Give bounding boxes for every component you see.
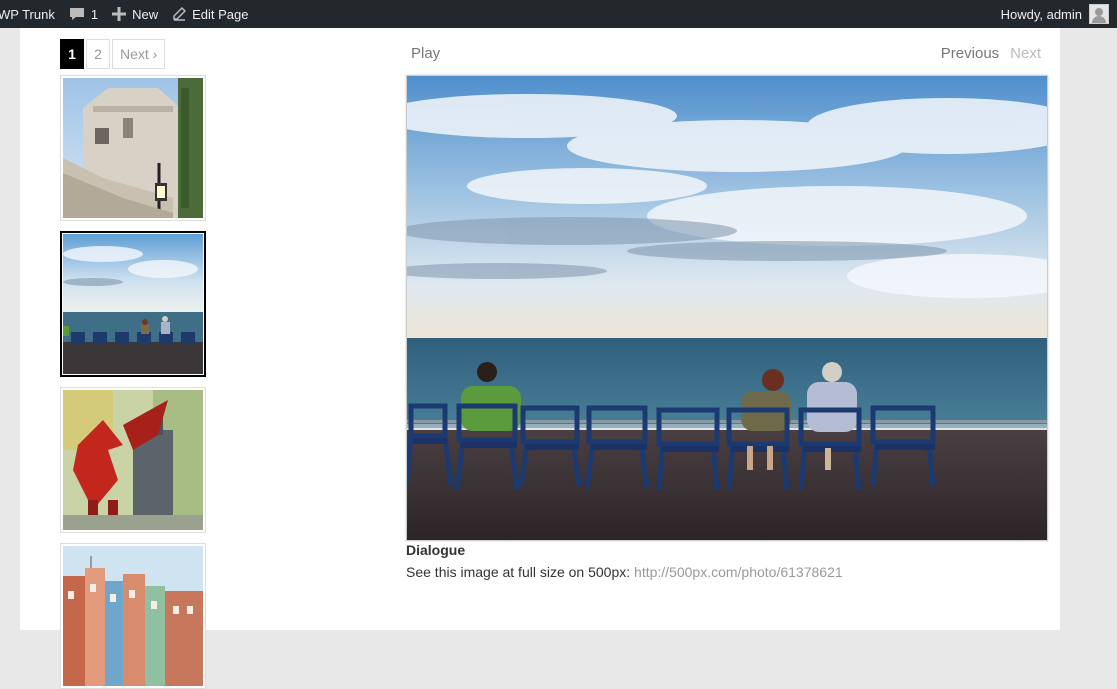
thumbnail-image-dragon	[63, 390, 203, 530]
thumbnail-image-seaside	[63, 234, 203, 374]
previous-button[interactable]: Previous	[941, 45, 999, 62]
play-button[interactable]: Play	[411, 45, 440, 62]
new-label: New	[132, 6, 159, 22]
caption-title: Dialogue	[406, 542, 466, 558]
my-account[interactable]: Howdy, admin	[1001, 4, 1117, 24]
thumbnail-building[interactable]	[60, 75, 206, 221]
caption-link[interactable]: http://500px.com/photo/61378621	[634, 564, 843, 580]
slideshow-nav: Previous Next	[941, 45, 1041, 62]
site-name-label: WP Trunk	[0, 6, 55, 22]
next-page-button[interactable]: Next ›	[112, 39, 166, 69]
avatar	[1089, 4, 1109, 24]
image-caption: Dialogue See this image at full size on …	[406, 542, 1046, 580]
thumbnail-pagination: 1 2 Next ›	[60, 39, 166, 69]
site-name-link[interactable]: WP Trunk	[0, 0, 62, 28]
page-content: 1 2 Next › Play Previous Next Dialogue S…	[20, 28, 1060, 689]
comments-link[interactable]: 1	[62, 0, 105, 28]
pencil-icon	[172, 7, 187, 21]
edit-page-label: Edit Page	[192, 6, 249, 22]
thumbnail-houses[interactable]	[60, 543, 206, 689]
next-button[interactable]: Next	[1010, 45, 1041, 62]
page-1-button[interactable]: 1	[60, 39, 84, 69]
comment-icon	[69, 7, 85, 21]
edit-page-link[interactable]: Edit Page	[165, 0, 255, 28]
plus-icon	[112, 7, 127, 21]
admin-bar: WP Trunk 1 New Edit Page Howdy, admin	[0, 0, 1117, 28]
main-image[interactable]	[406, 75, 1048, 541]
caption-text: See this image at full size on 500px: ht…	[406, 564, 1046, 580]
thumbnail-seaside[interactable]	[60, 231, 206, 377]
thumbnail-image-building	[63, 78, 203, 218]
thumbnail-image-houses	[63, 546, 203, 686]
thumbnail-dragon[interactable]	[60, 387, 206, 533]
caption-prefix: See this image at full size on 500px:	[406, 564, 635, 580]
howdy-label: Howdy, admin	[1000, 6, 1082, 22]
page-2-button[interactable]: 2	[86, 39, 110, 69]
comments-count: 1	[90, 6, 99, 22]
new-content-link[interactable]: New	[105, 0, 165, 28]
main-image-seaside	[407, 76, 1047, 540]
